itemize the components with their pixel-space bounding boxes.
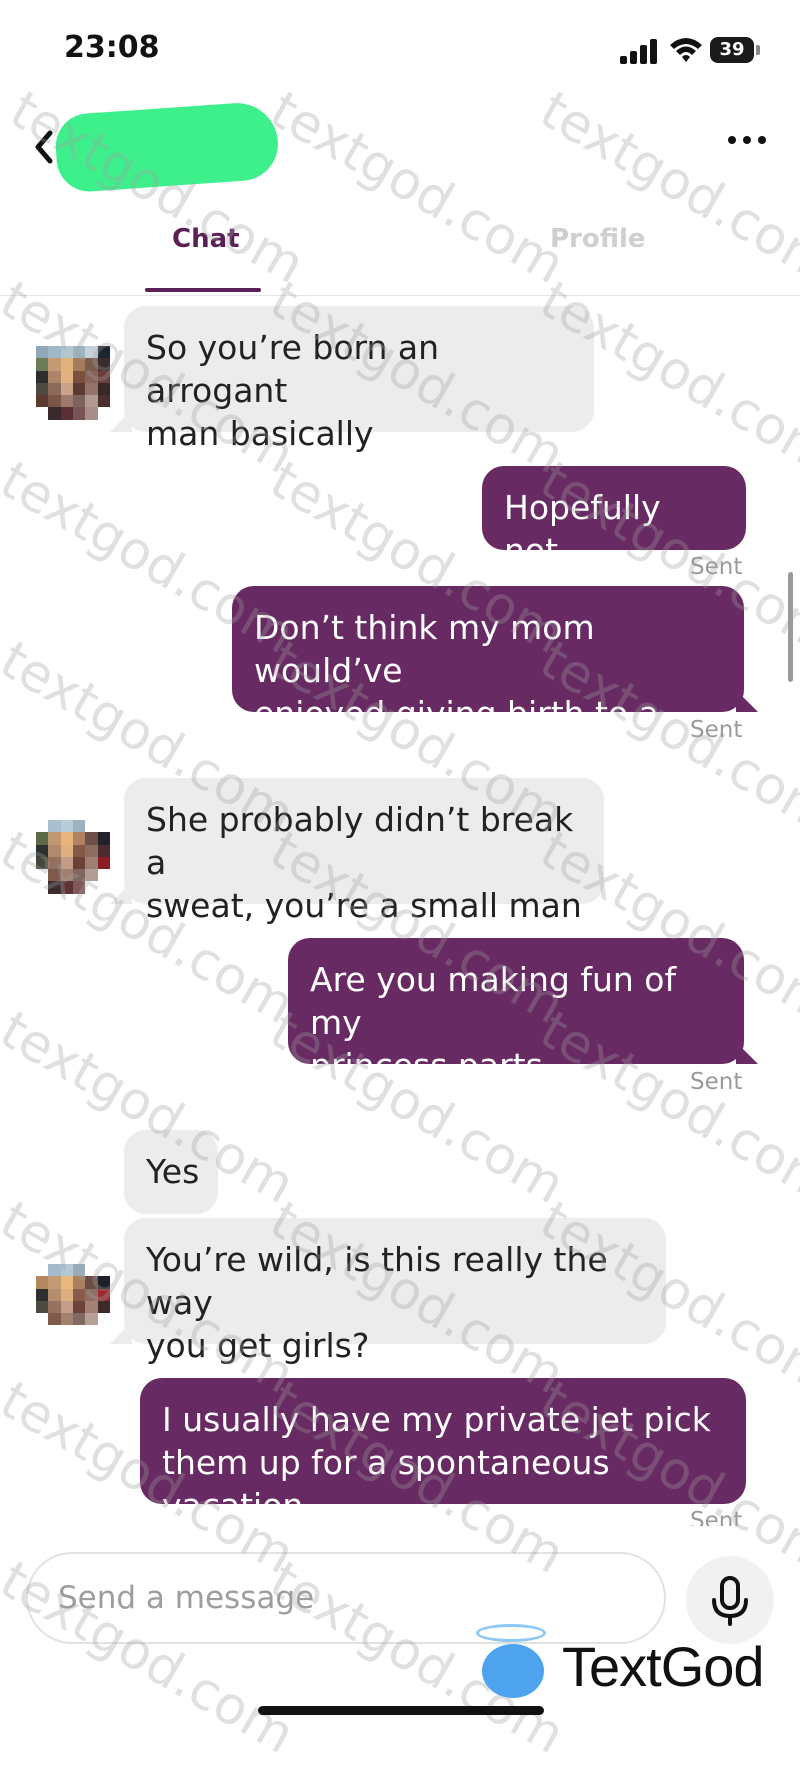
logo-halo-icon (476, 1624, 546, 1642)
message-line: enjoyed giving birth to a man (254, 694, 659, 776)
incoming-message[interactable]: She probably didn’t break a sweat, you’r… (124, 778, 604, 925)
contact-avatar[interactable] (36, 1264, 110, 1350)
scrollbar[interactable] (788, 572, 793, 682)
more-options-icon[interactable] (722, 130, 772, 150)
contact-avatar[interactable] (36, 346, 110, 432)
message-line: Yes (146, 1152, 200, 1191)
message-line: So you’re born an arrogant (146, 328, 440, 410)
message-line: Are you making fun of my (310, 960, 677, 1042)
sent-status: Sent (690, 717, 743, 743)
chat-bubble-logo-icon (482, 1644, 544, 1698)
message-line: You’re wild, is this really the way (146, 1240, 608, 1322)
sent-status: Sent (690, 1069, 743, 1095)
incoming-message[interactable]: So you’re born an arrogant man basically (124, 306, 594, 453)
message-line: princess parts (310, 1046, 543, 1085)
outgoing-message[interactable]: Are you making fun of my princess parts (288, 938, 744, 1085)
outgoing-message[interactable]: Don’t think my mom would’ve enjoyed givi… (232, 586, 744, 776)
outgoing-message[interactable]: I usually have my private jet pick them … (140, 1378, 746, 1525)
logo-text: TextGod (562, 1635, 765, 1698)
status-bar: 23:08 39 (0, 0, 800, 100)
battery-icon: 39 (710, 37, 754, 63)
contact-avatar[interactable] (36, 820, 110, 906)
textgod-logo: TextGod (470, 1620, 770, 1710)
message-line: She probably didn’t break a (146, 800, 574, 882)
tab-profile[interactable]: Profile (550, 224, 646, 254)
incoming-message[interactable]: Yes (124, 1130, 218, 1214)
home-indicator[interactable] (258, 1706, 544, 1715)
message-line: you get girls? (146, 1326, 370, 1365)
status-time: 23:08 (64, 30, 160, 65)
battery-tip (756, 45, 760, 55)
incoming-message[interactable]: You’re wild, is this really the way you … (124, 1218, 666, 1365)
active-tab-indicator (145, 288, 261, 292)
message-line: them up for a spontaneous vacation (162, 1443, 610, 1525)
message-line: man basically (146, 414, 374, 453)
tab-chat[interactable]: Chat (172, 224, 240, 254)
wifi-icon (670, 38, 702, 62)
message-line: I usually have my private jet pick (162, 1400, 711, 1439)
message-line: sweat, you’re a small man (146, 886, 582, 925)
redacted-contact-name[interactable] (53, 100, 281, 194)
message-line: Don’t think my mom would’ve (254, 608, 595, 690)
sent-status: Sent (690, 554, 743, 580)
outgoing-message[interactable]: Hopefully not (482, 466, 746, 570)
tab-bar: Chat Profile (0, 210, 800, 296)
sent-status: Sent (690, 1508, 743, 1526)
cellular-signal-icon (620, 38, 660, 64)
